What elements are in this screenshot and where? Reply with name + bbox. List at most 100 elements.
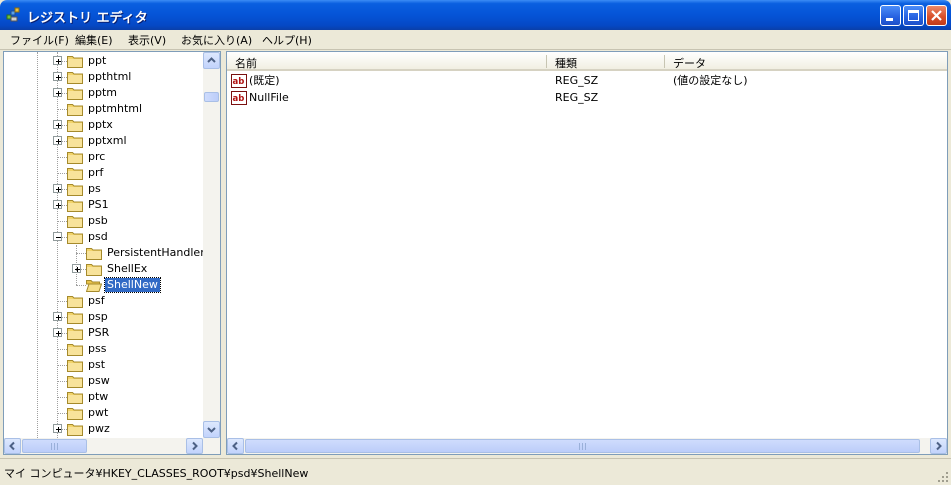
value-type: REG_SZ	[555, 91, 599, 104]
tree-scroll-thumb[interactable]	[204, 92, 219, 102]
status-path: マイ コンピュータ¥HKEY_CLASSES_ROOT¥psd¥ShellNew	[4, 467, 309, 480]
expand-toggle-icon[interactable]	[53, 88, 62, 97]
folder-icon	[67, 152, 83, 164]
resize-grip-icon[interactable]	[937, 471, 949, 483]
tree-item[interactable]: pptx	[4, 117, 204, 133]
tree-hscroll-thumb[interactable]	[22, 439, 87, 453]
value-row[interactable]: ab NullFile REG_SZ	[227, 90, 927, 106]
folder-icon	[67, 296, 83, 308]
menu-favorites[interactable]: お気に入り(A)	[181, 32, 252, 48]
folder-icon	[67, 312, 83, 324]
tree-item-label: prf	[88, 166, 104, 179]
tree-item[interactable]: psb	[4, 213, 204, 229]
collapse-toggle-icon[interactable]	[53, 232, 62, 241]
tree-item[interactable]: pwt	[4, 405, 204, 421]
tree-item-label: PS1	[88, 198, 109, 211]
minimize-button[interactable]	[880, 5, 901, 26]
folder-icon	[67, 168, 83, 180]
column-header-name[interactable]: 名前	[227, 52, 547, 71]
maximize-button[interactable]	[903, 5, 924, 26]
tree-item[interactable]: prc	[4, 149, 204, 165]
menu-edit[interactable]: 編集(E)	[75, 32, 113, 48]
tree-item-label: pss	[88, 342, 107, 355]
tree-item-label: ShellEx	[107, 262, 148, 275]
folder-icon	[67, 216, 83, 228]
maximize-icon	[908, 10, 919, 21]
tree-item[interactable]: pwz	[4, 421, 204, 437]
tree-item[interactable]: psd	[4, 229, 204, 245]
folder-icon	[67, 200, 83, 212]
tree-item-label: PersistentHandler	[107, 246, 205, 259]
tree-item[interactable]: pptm	[4, 85, 204, 101]
tree-item[interactable]: PSR	[4, 325, 204, 341]
tree-item[interactable]: pptxml	[4, 133, 204, 149]
value-row[interactable]: ab (既定) REG_SZ (値の設定なし)	[227, 73, 927, 89]
expand-toggle-icon[interactable]	[53, 120, 62, 129]
expand-toggle-icon[interactable]	[53, 136, 62, 145]
tree-item[interactable]: PersistentHandler	[4, 245, 205, 261]
expand-toggle-icon[interactable]	[53, 56, 62, 65]
tree-item-label: ps	[88, 182, 101, 195]
scroll-up-button[interactable]	[203, 52, 220, 69]
tree-item[interactable]: pst	[4, 357, 204, 373]
tree-item[interactable]: pss	[4, 341, 204, 357]
tree-vertical-scrollbar[interactable]	[203, 52, 220, 438]
column-header-data[interactable]: データ	[665, 52, 947, 71]
expand-toggle-icon[interactable]	[53, 312, 62, 321]
expand-toggle-icon[interactable]	[53, 328, 62, 337]
tree-item-label: psd	[88, 230, 108, 243]
tree-item[interactable]: psw	[4, 373, 204, 389]
menu-view[interactable]: 表示(V)	[128, 32, 166, 48]
folder-icon	[67, 56, 83, 68]
tree-item[interactable]: ptw	[4, 389, 204, 405]
string-value-icon: ab	[231, 91, 247, 105]
expand-toggle-icon[interactable]	[53, 72, 62, 81]
tree-item[interactable]: ps	[4, 181, 204, 197]
tree-item[interactable]: psf	[4, 293, 204, 309]
svg-text:ab: ab	[233, 77, 245, 87]
folder-icon	[67, 184, 83, 196]
tree-item[interactable]: ShellEx	[4, 261, 204, 277]
tree-item[interactable]: ShellNew	[4, 277, 204, 293]
tree-horizontal-scrollbar[interactable]	[4, 438, 220, 454]
folder-icon	[67, 392, 83, 404]
folder-icon	[67, 120, 83, 132]
scroll-left-button[interactable]	[4, 438, 21, 454]
scroll-right-button[interactable]	[930, 438, 947, 454]
tree-item[interactable]: pptmhtml	[4, 101, 204, 117]
tree-item[interactable]: psp	[4, 309, 204, 325]
chevron-right-icon	[192, 441, 198, 451]
tree-item[interactable]: ppt	[4, 53, 204, 69]
tree-item-label: psw	[88, 374, 110, 387]
folder-icon	[67, 104, 83, 116]
scroll-left-button[interactable]	[227, 438, 244, 454]
regedit-app-icon	[6, 7, 20, 22]
list-hscroll-thumb[interactable]	[245, 439, 920, 453]
expand-toggle-icon[interactable]	[53, 424, 62, 433]
value-list-pane[interactable]: 名前 種類 データ ab (既定) REG_SZ (値の設定なし) ab Nul…	[226, 51, 948, 455]
scroll-right-button[interactable]	[186, 438, 203, 454]
expand-toggle-icon[interactable]	[53, 184, 62, 193]
string-value-icon: ab	[231, 74, 247, 88]
folder-icon	[67, 408, 83, 420]
tree-item-label: PSR	[88, 326, 110, 339]
menu-file[interactable]: ファイル(F)	[10, 32, 69, 48]
tree-item[interactable]: PS1	[4, 197, 204, 213]
chevron-down-icon	[207, 427, 216, 433]
list-horizontal-scrollbar[interactable]	[227, 438, 947, 454]
tree-item-label: pwt	[88, 406, 109, 419]
folder-icon	[67, 360, 83, 372]
expand-toggle-icon[interactable]	[53, 200, 62, 209]
tree-item[interactable]: ppthtml	[4, 69, 204, 85]
column-header-type[interactable]: 種類	[547, 52, 665, 71]
tree-item-label: ShellNew	[104, 277, 161, 293]
title-bar[interactable]: レジストリ エディタ	[0, 0, 951, 30]
value-name: NullFile	[249, 91, 289, 104]
menu-help[interactable]: ヘルプ(H)	[262, 32, 312, 48]
tree-item[interactable]: prf	[4, 165, 204, 181]
chevron-up-icon	[207, 57, 216, 63]
key-tree-pane[interactable]: ppt ppthtml pptm pptmhtml pptx pptxml prc prf ps…	[3, 51, 221, 455]
value-name: (既定)	[249, 74, 280, 87]
close-button[interactable]	[926, 5, 947, 26]
scroll-down-button[interactable]	[203, 421, 220, 438]
